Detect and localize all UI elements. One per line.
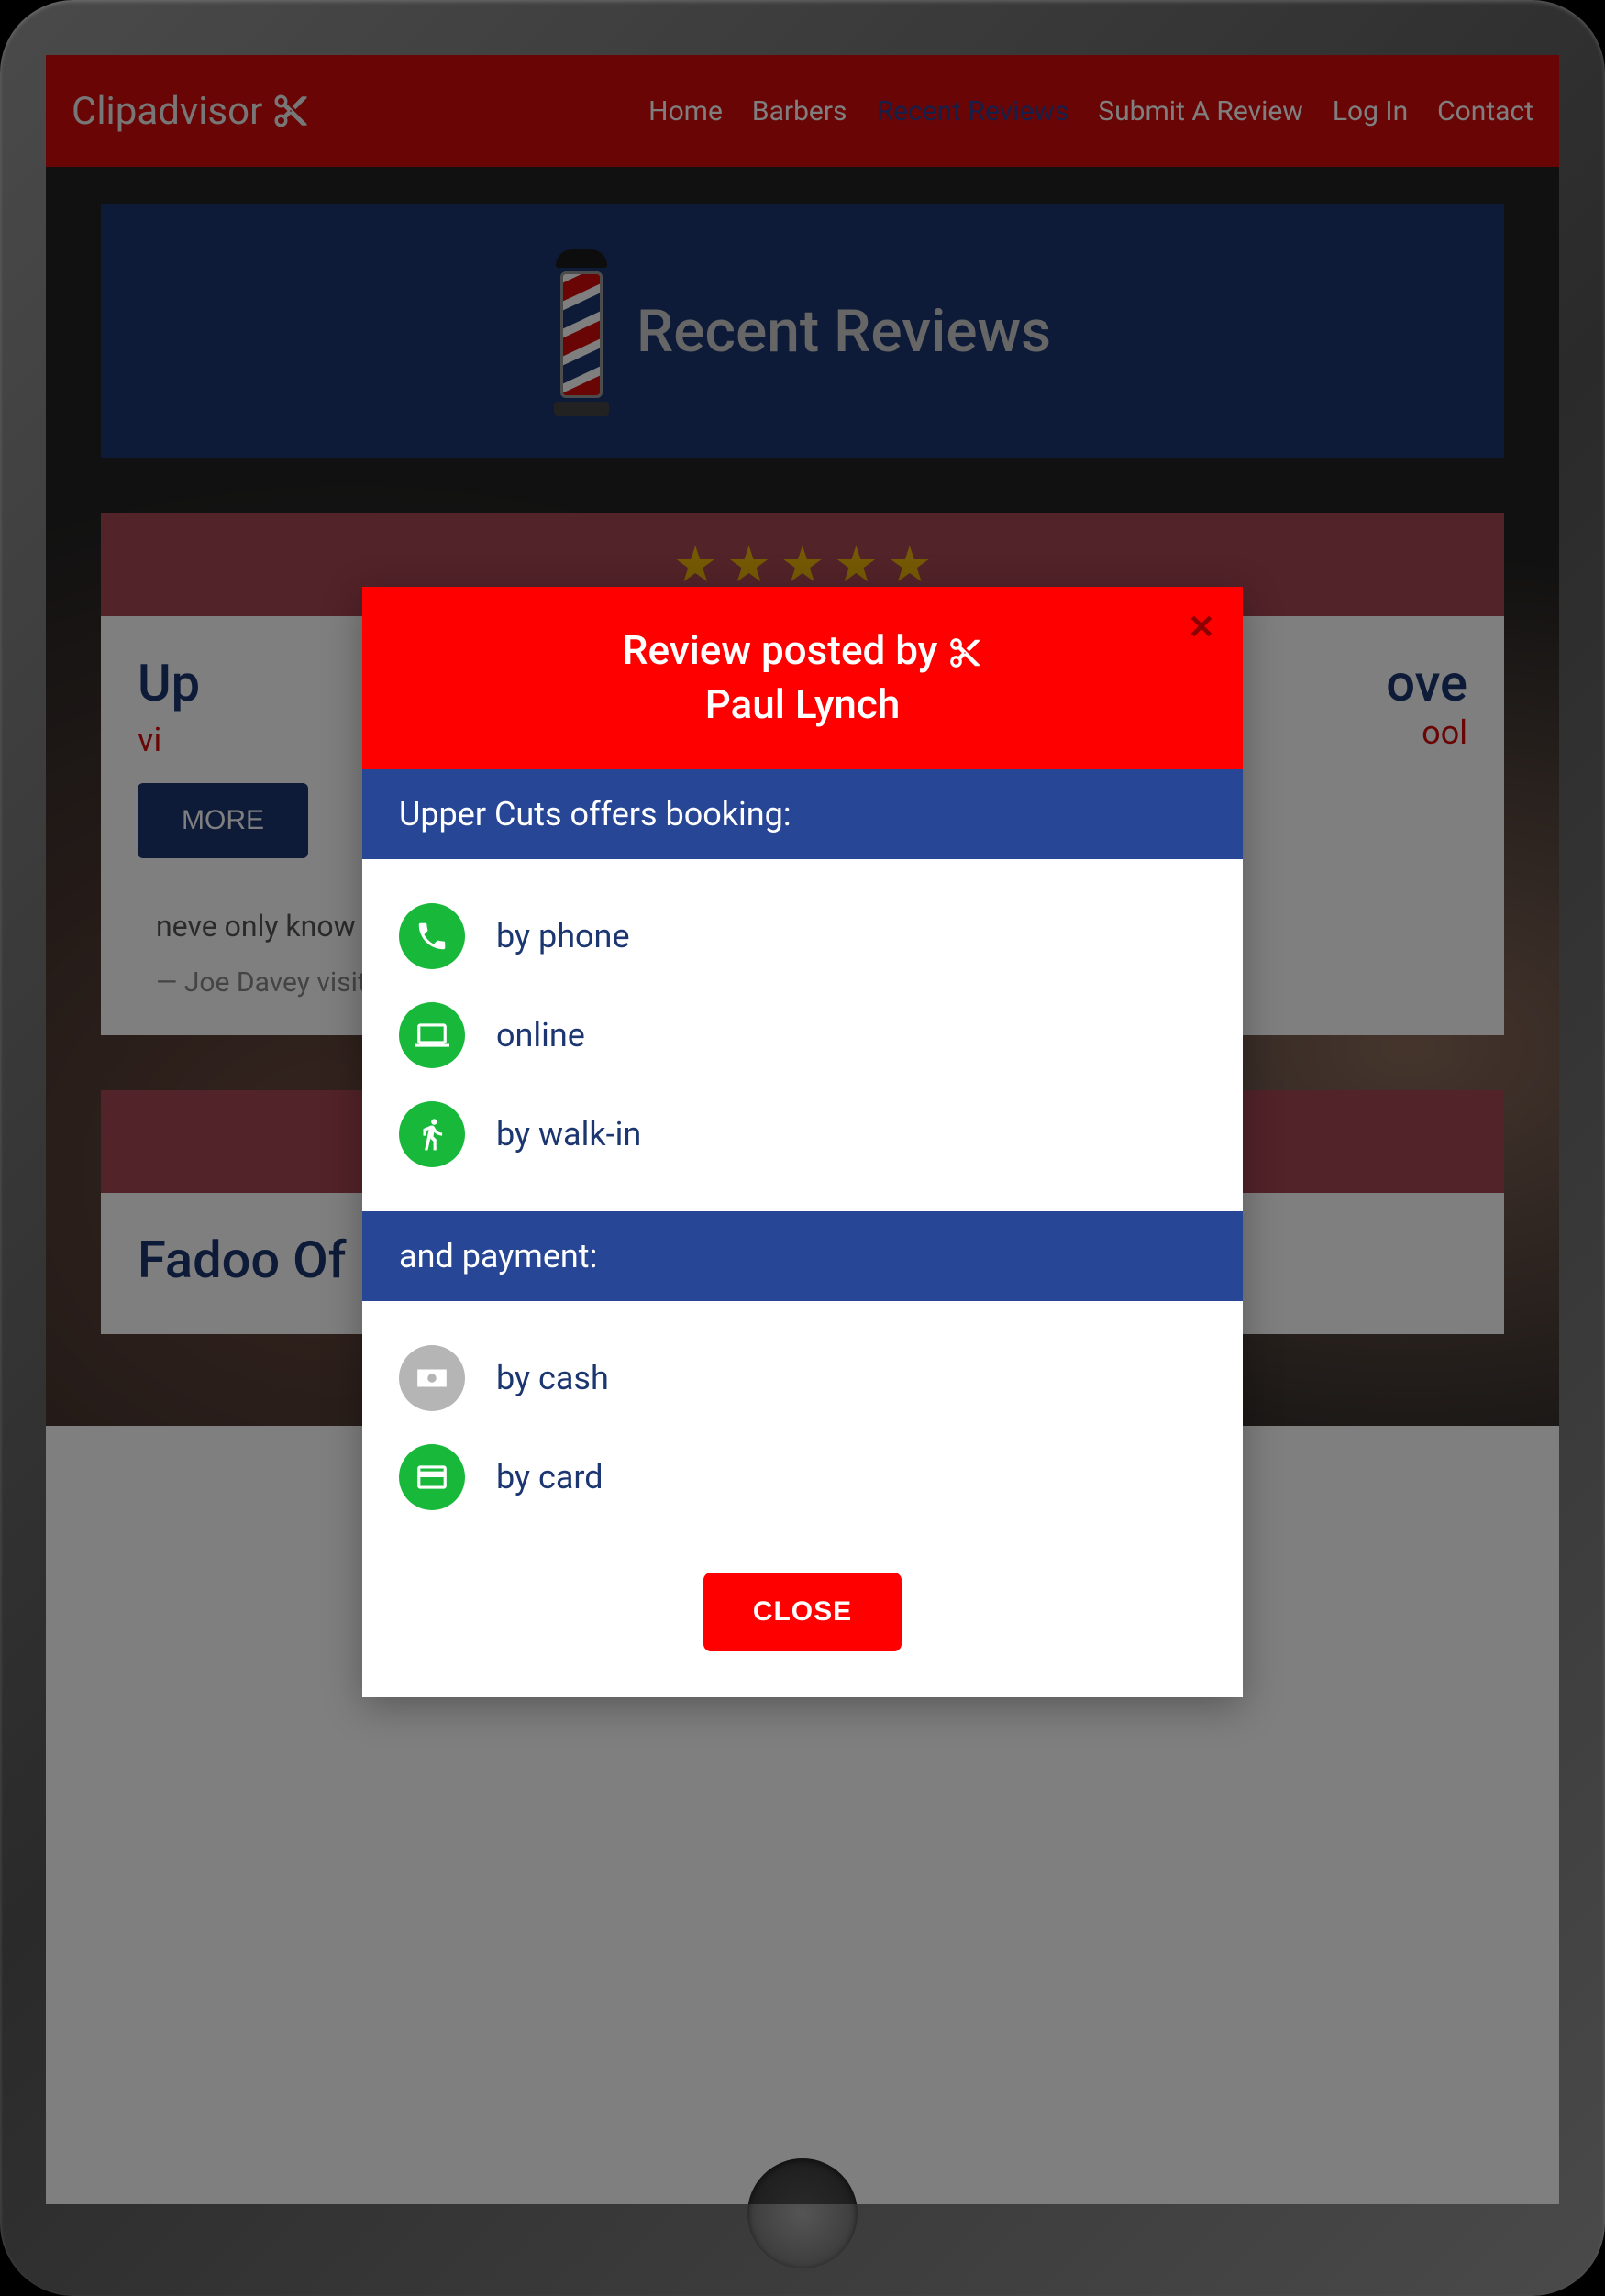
modal-footer: CLOSE bbox=[362, 1554, 1243, 1697]
screen: Clipadvisor Home Barbers Recent Reviews … bbox=[46, 55, 1559, 2204]
payment-option-card: by card bbox=[399, 1428, 1206, 1527]
payment-header: and payment: bbox=[362, 1211, 1243, 1301]
payment-label: by card bbox=[496, 1458, 603, 1496]
scissors-icon bbox=[947, 635, 982, 670]
close-button[interactable]: CLOSE bbox=[703, 1573, 902, 1651]
booking-label: online bbox=[496, 1016, 585, 1054]
posted-by-label: Review posted by bbox=[623, 626, 938, 674]
booking-label: by walk-in bbox=[496, 1115, 641, 1154]
laptop-icon bbox=[399, 1002, 465, 1068]
card-icon bbox=[399, 1444, 465, 1510]
booking-label: by phone bbox=[496, 917, 630, 955]
review-modal: ✕ Review posted by Paul Lynch Upper Cuts… bbox=[362, 587, 1243, 1697]
cash-icon bbox=[399, 1345, 465, 1411]
booking-option-walkin: by walk-in bbox=[399, 1085, 1206, 1184]
close-icon[interactable]: ✕ bbox=[1188, 605, 1215, 650]
booking-header: Upper Cuts offers booking: bbox=[362, 769, 1243, 859]
walk-icon bbox=[399, 1101, 465, 1167]
payment-label: by cash bbox=[496, 1359, 609, 1397]
payment-list: by cash by card bbox=[362, 1301, 1243, 1554]
payment-option-cash: by cash bbox=[399, 1329, 1206, 1428]
booking-option-online: online bbox=[399, 986, 1206, 1085]
tablet-frame: Clipadvisor Home Barbers Recent Reviews … bbox=[0, 0, 1605, 2296]
phone-icon bbox=[399, 903, 465, 969]
booking-list: by phone online by walk-in bbox=[362, 859, 1243, 1211]
booking-option-phone: by phone bbox=[399, 887, 1206, 986]
modal-header: ✕ Review posted by Paul Lynch bbox=[362, 587, 1243, 769]
reviewer-name: Paul Lynch bbox=[705, 680, 901, 728]
